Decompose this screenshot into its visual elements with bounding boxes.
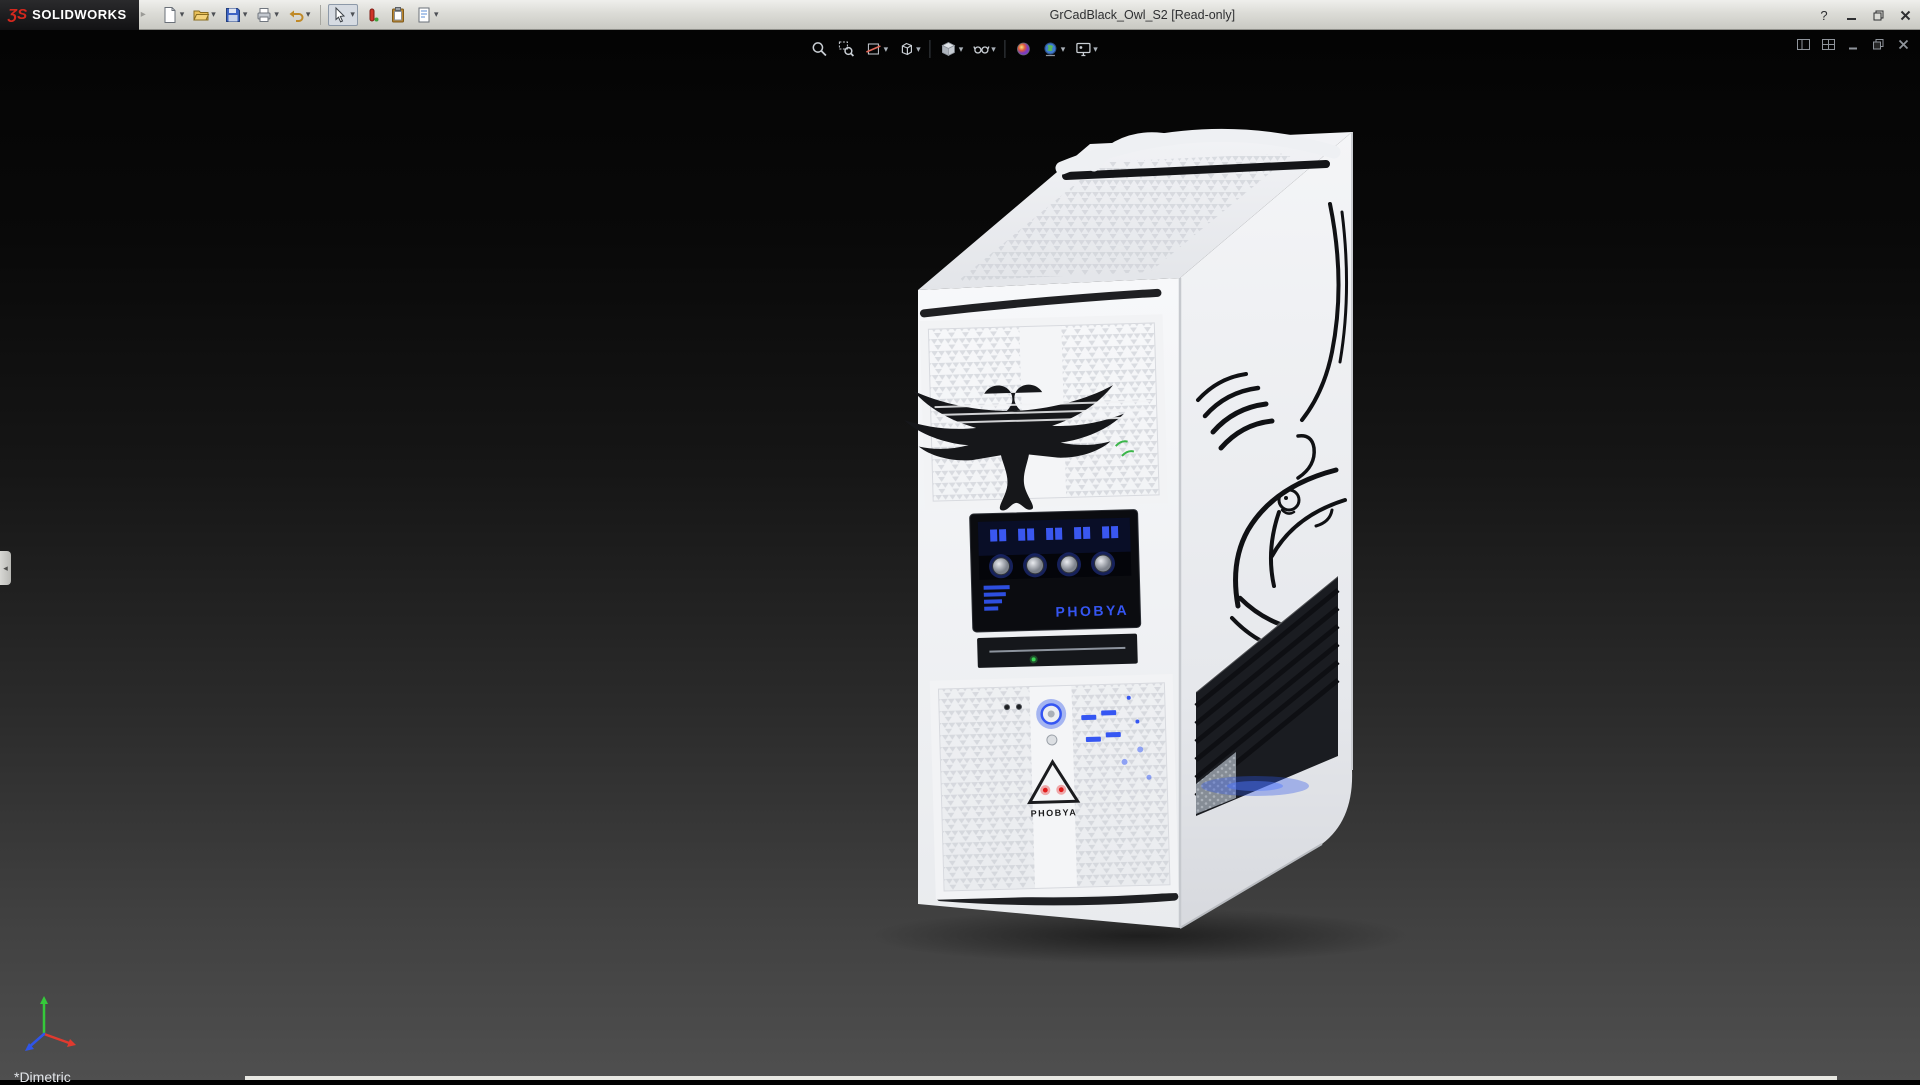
zoom-to-area-icon	[838, 40, 856, 58]
undo-icon	[287, 6, 305, 24]
section-view-button[interactable]: ▾	[862, 37, 892, 61]
display-style-button[interactable]: ▾	[937, 37, 967, 61]
view-orientation-icon	[897, 40, 915, 58]
zoom-to-area-button[interactable]	[835, 37, 859, 61]
zoom-to-fit-button[interactable]	[808, 37, 832, 61]
dropdown-caret[interactable]: ▾	[243, 9, 248, 20]
close-doc-button[interactable]	[1895, 36, 1912, 53]
minimize-doc-button[interactable]	[1845, 36, 1862, 53]
restore-button[interactable]	[1869, 6, 1887, 24]
headsup-view-toolbar: ▾ ▾ ▾ ▾	[802, 35, 1107, 63]
reset-button[interactable]	[1047, 735, 1057, 745]
print-icon	[255, 6, 273, 24]
toolbar-separator	[320, 5, 321, 25]
save-icon	[224, 6, 242, 24]
close-doc-icon	[1896, 37, 1911, 52]
front-logo-text: PHOBYA	[1030, 807, 1077, 818]
lcd-brand-text: PHOBYA	[1055, 602, 1129, 620]
close-button[interactable]	[1896, 6, 1914, 24]
apply-scene-button[interactable]: ▾	[1039, 37, 1069, 61]
toolbar-separator	[1005, 40, 1006, 58]
document-options-button[interactable]: ▾	[412, 4, 442, 26]
tile-pane-icon	[1796, 37, 1811, 52]
dropdown-caret[interactable]: ▾	[274, 9, 279, 20]
edit-appearance-icon	[1015, 40, 1033, 58]
open-folder-icon	[192, 6, 210, 24]
clipboard-button[interactable]	[386, 4, 410, 26]
dropdown-caret[interactable]: ▾	[180, 9, 185, 20]
view-settings-button[interactable]: ▾	[1071, 37, 1101, 61]
restore-doc-button[interactable]	[1870, 36, 1887, 53]
tile-pane-button[interactable]	[1795, 36, 1812, 53]
apply-scene-icon	[1042, 40, 1060, 58]
feature-panel-collapse-tab[interactable]: ◂	[0, 551, 11, 585]
hide-show-items-button[interactable]: ▾	[969, 37, 999, 61]
zoom-to-fit-icon	[811, 40, 829, 58]
toolbar-separator	[930, 40, 931, 58]
window-title: GrCadBlack_Owl_S2 [Read-only]	[1050, 0, 1236, 30]
section-view-icon	[865, 40, 883, 58]
dropdown-caret[interactable]: ▾	[1061, 44, 1066, 55]
view-orientation-button[interactable]: ▾	[894, 37, 924, 61]
save-button[interactable]: ▾	[221, 4, 251, 26]
pc-case[interactable]: PHOBYA	[901, 132, 1353, 928]
edit-appearance-button[interactable]	[1012, 37, 1036, 61]
clipboard-icon	[389, 6, 407, 24]
dropdown-caret[interactable]: ▾	[350, 9, 355, 20]
dropdown-caret[interactable]: ▾	[884, 44, 889, 55]
dropdown-caret[interactable]: ▾	[1093, 44, 1098, 55]
hide-show-items-icon	[972, 40, 990, 58]
display-style-icon	[940, 40, 958, 58]
dropdown-caret[interactable]: ▾	[916, 44, 921, 55]
view-orientation-label: *Dimetric	[14, 1069, 71, 1085]
help-button[interactable]: ?	[1815, 6, 1833, 24]
dropdown-caret[interactable]: ▾	[211, 9, 216, 20]
3ds-logo-icon: ƷS	[8, 6, 27, 23]
undo-button[interactable]: ▾	[284, 4, 314, 26]
tile-grid-button[interactable]	[1820, 36, 1837, 53]
minimize-button[interactable]	[1842, 6, 1860, 24]
graphics-viewport[interactable]: ▾ ▾ ▾ ▾	[0, 30, 1920, 1080]
collapse-arrow-icon: ◂	[3, 563, 8, 574]
red-marker-icon	[363, 6, 381, 24]
select-cursor-icon	[331, 6, 349, 24]
close-icon	[1899, 9, 1912, 22]
open-button[interactable]: ▾	[189, 4, 219, 26]
view-settings-icon	[1074, 40, 1092, 58]
menu-expand-arrow-icon[interactable]: ▸	[141, 9, 146, 20]
tile-grid-icon	[1821, 37, 1836, 52]
window-controls: ?	[1815, 0, 1914, 30]
document-options-icon	[415, 6, 433, 24]
dropdown-caret[interactable]: ▾	[434, 9, 439, 20]
reference-triad	[25, 996, 76, 1051]
main-toolbar: ▾ ▾ ▾ ▾ ▾	[158, 4, 442, 26]
dropdown-caret[interactable]: ▾	[991, 44, 996, 55]
minimize-doc-icon	[1846, 37, 1861, 52]
restore-icon	[1872, 9, 1885, 22]
new-document-icon	[161, 6, 179, 24]
print-button[interactable]: ▾	[252, 4, 282, 26]
title-bar: ƷS SOLIDWORKS ▸ ▾ ▾ ▾	[0, 0, 1920, 30]
dvd-drive[interactable]	[977, 634, 1138, 668]
restore-doc-icon	[1871, 37, 1886, 52]
lcd-fan-controller[interactable]: PHOBYA	[970, 509, 1141, 632]
red-marker-button[interactable]	[360, 4, 384, 26]
new-document-button[interactable]: ▾	[158, 4, 188, 26]
dropdown-caret[interactable]: ▾	[959, 44, 964, 55]
brand-name: SOLIDWORKS	[32, 7, 127, 22]
select-cursor-button[interactable]: ▾	[328, 4, 358, 26]
minimize-icon	[1845, 9, 1858, 22]
model-canvas[interactable]: PHOBYA	[0, 30, 1920, 1080]
document-window-controls	[1795, 36, 1912, 53]
dropdown-caret[interactable]: ▾	[306, 9, 311, 20]
taskbar-sliver	[245, 1076, 1837, 1080]
solidworks-logo: ƷS SOLIDWORKS	[0, 0, 139, 30]
